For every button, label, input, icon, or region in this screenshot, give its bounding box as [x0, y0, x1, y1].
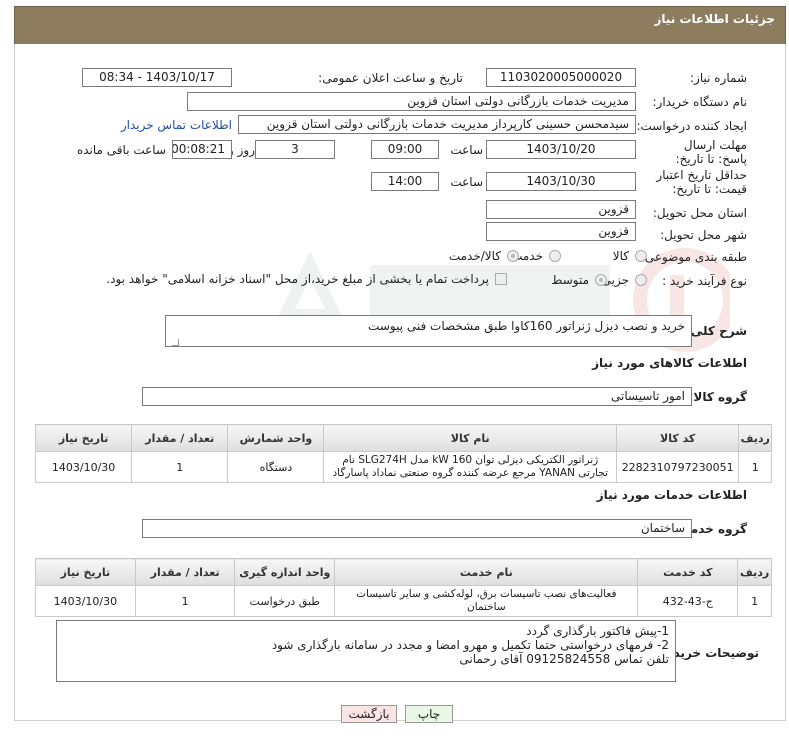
services-col-name: نام خدمت — [334, 558, 639, 586]
services-cell-name: فعالیت‌های نصب تاسیسات برق، لوله‌کشی و س… — [334, 585, 639, 617]
description-text: خرید و نصب دیزل ژنراتور 160کاوا طبق مشخص… — [368, 319, 685, 333]
table-row: 1 2282310797230051 ژنراتور الکتریکی دیزل… — [34, 451, 772, 483]
back-button[interactable]: بازگشت — [341, 705, 397, 723]
goods-col-date: تاریخ نیاز — [34, 424, 133, 452]
creator-field: سیدمحسن حسینی کارپرداز مدیریت خدمات بازر… — [238, 115, 636, 134]
validity-time-field: 14:00 — [371, 172, 439, 191]
goods-group-label: گروه کالا: — [688, 390, 747, 404]
purchase-option-medium: متوسط — [551, 273, 589, 287]
goods-col-row: ردیف — [738, 424, 772, 452]
time-remaining-label: ساعت باقی مانده — [76, 143, 166, 157]
treasury-checkbox[interactable] — [495, 273, 507, 285]
deadline-label: مهلت ارسال پاسخ: تا تاریخ: — [675, 138, 747, 166]
category-radio-goods[interactable] — [635, 250, 647, 262]
services-col-date: تاریخ نیاز — [35, 558, 136, 586]
services-col-row: ردیف — [737, 558, 772, 586]
services-cell-unit: طبق درخواست — [234, 585, 336, 617]
services-group-field: ساختمان — [142, 519, 692, 538]
services-table: ردیف کد خدمت نام خدمت واحد اندازه گیری ت… — [35, 558, 772, 617]
announce-label: تاریخ و ساعت اعلان عمومی: — [318, 71, 463, 85]
days-label: روز و — [228, 143, 255, 157]
goods-cell-unit: دستگاه — [227, 451, 325, 483]
description-textarea: خرید و نصب دیزل ژنراتور 160کاوا طبق مشخص… — [165, 315, 692, 347]
buyer-notes-line-2: 2- فرمهای درخواستی حتما تکمیل و مهرو امض… — [271, 638, 669, 652]
days-remaining-field: 3 — [255, 140, 335, 159]
category-option-goods-service: کالا/خدمت — [448, 249, 501, 263]
province-field: قزوین — [486, 200, 636, 219]
services-section-title: اطلاعات خدمات مورد نیاز — [596, 488, 747, 502]
category-radio-goods-service[interactable] — [507, 250, 519, 262]
services-col-code: کد خدمت — [637, 558, 739, 586]
validity-label: حداقل تاریخ اعتبار قیمت: تا تاریخ: — [656, 168, 747, 196]
need-number-label: شماره نیاز: — [690, 71, 747, 85]
services-cell-qty: 1 — [134, 585, 236, 617]
purchase-radio-minor[interactable] — [635, 274, 647, 286]
goods-col-name: نام کالا — [323, 424, 617, 452]
buyer-org-field: مدیریت خدمات بازرگانی دولتی استان قزوین — [187, 92, 636, 111]
creator-label: ایجاد کننده درخواست: — [636, 119, 747, 133]
purchase-type-label: نوع فرآیند خرید : — [662, 274, 747, 288]
services-cell-date: 1403/10/30 — [35, 585, 136, 617]
page-title: جزئیات اطلاعات نیاز — [654, 12, 775, 26]
purchase-radio-medium[interactable] — [595, 274, 607, 286]
buyer-org-label: نام دستگاه خریدار: — [652, 95, 748, 109]
goods-cell-qty: 1 — [131, 451, 229, 483]
category-label: طبقه بندی موضوعی: — [640, 250, 747, 264]
time-remaining-field: 00:08:21 — [172, 140, 232, 159]
table-row: 1 ج-43-432 فعالیت‌های نصب تاسیسات برق، ل… — [35, 585, 772, 617]
resize-handle-icon — [172, 339, 179, 346]
print-button[interactable]: چاپ — [405, 705, 453, 723]
validity-time-label: ساعت — [450, 175, 483, 189]
goods-cell-name: ژنراتور الکتریکی دیزلی توان 160 kW مدل S… — [323, 451, 617, 483]
services-cell-row: 1 — [737, 585, 772, 617]
city-field: قزوین — [486, 222, 636, 241]
services-cell-code: ج-43-432 — [637, 585, 739, 617]
buyer-notes-textarea: 1-پیش فاکتور بارگذاری گردد 2- فرمهای درخ… — [56, 620, 676, 682]
services-col-qty: تعداد / مقدار — [134, 558, 236, 586]
goods-group-field: امور تاسیساتی — [142, 387, 692, 406]
buyer-notes-line-1: 1-پیش فاکتور بارگذاری گردد — [526, 624, 669, 638]
goods-cell-date: 1403/10/30 — [34, 451, 133, 483]
province-label: استان محل تحویل: — [652, 206, 747, 220]
category-option-goods: کالا — [612, 249, 629, 263]
deadline-time-label: ساعت — [450, 143, 483, 157]
goods-col-qty: تعداد / مقدار — [131, 424, 229, 452]
buyer-notes-line-3: تلفن تماس 09125824558 آقای رحمانی — [459, 652, 669, 666]
deadline-date-field: 1403/10/20 — [486, 140, 636, 159]
announce-field: 1403/10/17 - 08:34 — [82, 68, 232, 87]
goods-cell-code: 2282310797230051 — [615, 451, 740, 483]
deadline-time-field: 09:00 — [371, 140, 439, 159]
validity-date-field: 1403/10/30 — [486, 172, 636, 191]
category-radio-service[interactable] — [549, 250, 561, 262]
goods-section-title: اطلاعات کالاهای مورد نیاز — [592, 356, 747, 370]
city-label: شهر محل تحویل: — [660, 228, 747, 242]
goods-cell-row: 1 — [738, 451, 772, 483]
services-col-unit: واحد اندازه گیری — [234, 558, 336, 586]
goods-table: ردیف کد کالا نام کالا واحد شمارش تعداد /… — [34, 424, 772, 483]
buyer-contact-link[interactable]: اطلاعات تماس خریدار — [121, 118, 232, 132]
need-number-field: 1103020005000020 — [486, 68, 636, 87]
goods-col-code: کد کالا — [615, 424, 740, 452]
goods-col-unit: واحد شمارش — [227, 424, 325, 452]
treasury-note: پرداخت تمام یا بخشی از مبلغ خرید،از محل … — [106, 272, 489, 286]
